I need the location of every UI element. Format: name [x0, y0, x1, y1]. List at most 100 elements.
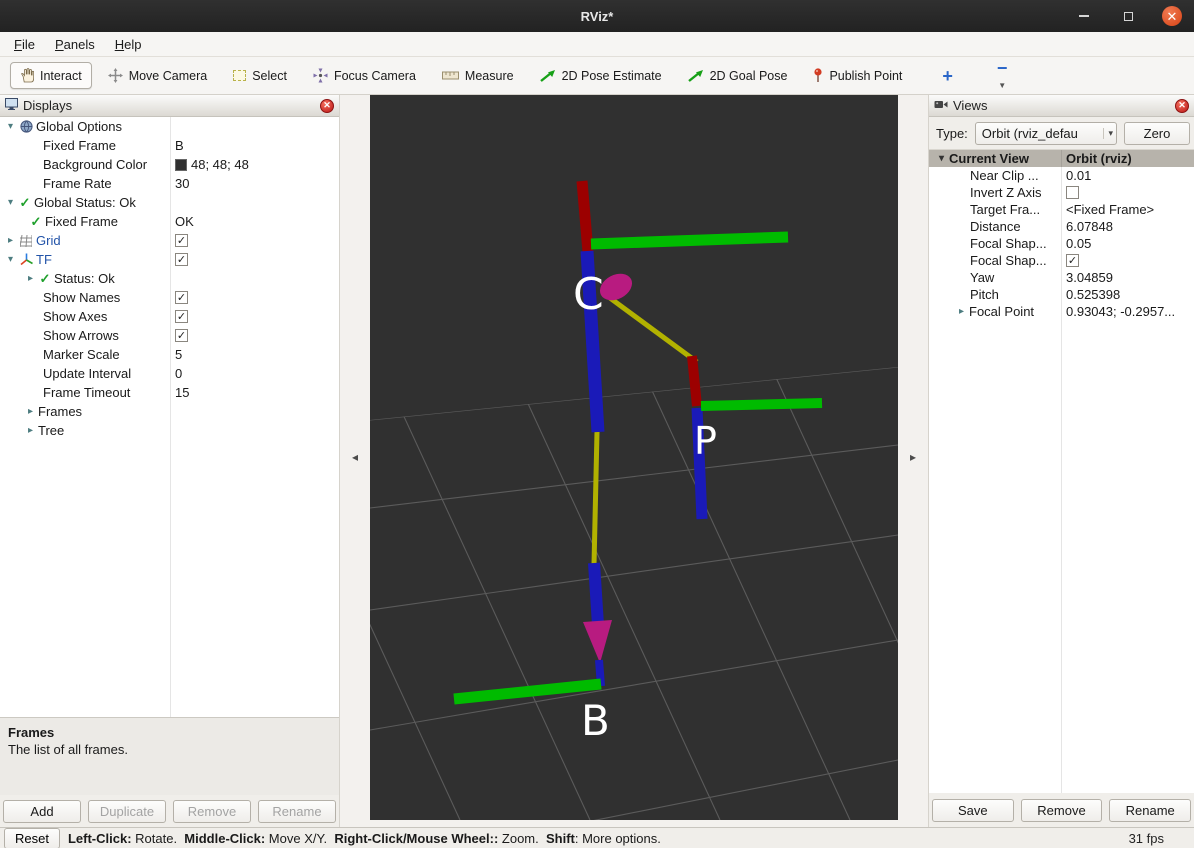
menu-help[interactable]: Help [105, 34, 152, 55]
row-grid[interactable]: ▸ Grid [0, 231, 339, 250]
row-pitch[interactable]: Pitch 0.525398 [929, 286, 1194, 303]
reset-button[interactable]: Reset [4, 828, 60, 848]
invert-z-checkbox[interactable] [1066, 186, 1079, 199]
selection-box-icon [233, 70, 246, 81]
row-focal-shape-size[interactable]: Focal Shap... 0.05 [929, 235, 1194, 252]
remove-tool-button[interactable]: − ▼ [987, 55, 1018, 96]
views-close-button[interactable]: ✕ [1175, 99, 1189, 113]
row-near-clip[interactable]: Near Clip ... 0.01 [929, 167, 1194, 184]
row-global-status[interactable]: ▾ ✓ Global Status: Ok [0, 193, 339, 212]
zero-button[interactable]: Zero [1124, 122, 1190, 145]
row-focal-point[interactable]: ▸ Focal Point 0.93043; -0.2957... [929, 303, 1194, 320]
row-invert-z-axis[interactable]: Invert Z Axis [929, 184, 1194, 201]
focal-shape-size-value[interactable]: 0.05 [1061, 235, 1194, 252]
expander-down-icon[interactable]: ▾ [935, 153, 948, 164]
grid-enabled-checkbox[interactable] [175, 234, 188, 247]
remove-button[interactable]: Remove [173, 800, 251, 823]
row-tree[interactable]: ▸ Tree [0, 421, 339, 440]
duplicate-button[interactable]: Duplicate [88, 800, 166, 823]
expander-down-icon[interactable]: ▾ [4, 121, 17, 132]
collapse-left-dock-button[interactable]: ◂ [340, 95, 370, 820]
add-button[interactable]: Add [3, 800, 81, 823]
tf-enabled-checkbox[interactable] [175, 253, 188, 266]
near-clip-value[interactable]: 0.01 [1061, 167, 1194, 184]
move-camera-tool-button[interactable]: Move Camera [98, 62, 218, 89]
3d-viewport[interactable]: C P B [370, 95, 898, 820]
row-focal-shape-fixed[interactable]: Focal Shap... [929, 252, 1194, 269]
pitch-value[interactable]: 0.525398 [1061, 286, 1194, 303]
expander-down-icon[interactable]: ▾ [4, 197, 17, 208]
displays-panel-header[interactable]: Displays ✕ [0, 95, 339, 117]
row-current-view[interactable]: ▾ Current View Orbit (rviz) [929, 150, 1194, 167]
expander-right-icon[interactable]: ▸ [24, 273, 37, 284]
focus-camera-tool-button[interactable]: Focus Camera [303, 62, 426, 89]
pose-estimate-tool-button[interactable]: 2D Pose Estimate [530, 63, 672, 89]
focal-shape-checkbox[interactable] [1066, 254, 1079, 267]
toolbar: Interact Move Camera Select Focus Camera… [0, 57, 1194, 95]
menu-panels[interactable]: Panels [45, 34, 105, 55]
row-frames[interactable]: ▸ Frames [0, 402, 339, 421]
row-fixed-frame[interactable]: Fixed Frame B [0, 136, 339, 155]
rename-view-button[interactable]: Rename [1109, 799, 1191, 822]
frame-timeout-value[interactable]: 15 [170, 383, 339, 402]
distance-value[interactable]: 6.07848 [1061, 218, 1194, 235]
displays-close-button[interactable]: ✕ [320, 99, 334, 113]
select-tool-button[interactable]: Select [223, 63, 297, 89]
save-view-button[interactable]: Save [932, 799, 1014, 822]
menu-bar: File Panels Help [0, 32, 1194, 57]
row-show-arrows[interactable]: Show Arrows [0, 326, 339, 345]
marker-scale-value[interactable]: 5 [170, 345, 339, 364]
title-bar[interactable]: RViz* ✕ [0, 0, 1194, 32]
row-frame-timeout[interactable]: Frame Timeout 15 [0, 383, 339, 402]
show-arrows-checkbox[interactable] [175, 329, 188, 342]
view-type-dropdown[interactable]: Orbit (rviz_defau ▾ [975, 122, 1117, 145]
row-global-options[interactable]: ▾ Global Options [0, 117, 339, 136]
collapse-right-dock-button[interactable]: ▸ [898, 95, 928, 820]
row-update-interval[interactable]: Update Interval 0 [0, 364, 339, 383]
chevron-down-icon[interactable]: ▼ [998, 81, 1006, 90]
expander-right-icon[interactable]: ▸ [24, 425, 37, 436]
row-target-frame[interactable]: Target Fra... <Fixed Frame> [929, 201, 1194, 218]
row-tf[interactable]: ▾ TF [0, 250, 339, 269]
minimize-button[interactable] [1074, 6, 1094, 26]
row-yaw[interactable]: Yaw 3.04859 [929, 269, 1194, 286]
target-frame-value[interactable]: <Fixed Frame> [1061, 201, 1194, 218]
expander-right-icon[interactable]: ▸ [24, 406, 37, 417]
menu-file[interactable]: File [4, 34, 45, 55]
row-distance[interactable]: Distance 6.07848 [929, 218, 1194, 235]
fixed-frame-value[interactable]: B [170, 136, 339, 155]
focal-point-value[interactable]: 0.93043; -0.2957... [1061, 303, 1194, 320]
center-area: ◂ [340, 95, 928, 827]
measure-tool-button[interactable]: Measure [432, 63, 524, 89]
goal-pose-tool-button[interactable]: 2D Goal Pose [678, 63, 798, 89]
row-global-status-fixed-frame[interactable]: ✓ Fixed Frame OK [0, 212, 339, 231]
expander-right-icon[interactable]: ▸ [4, 235, 17, 246]
row-frame-rate[interactable]: Frame Rate 30 [0, 174, 339, 193]
update-interval-value[interactable]: 0 [170, 364, 339, 383]
yaw-value[interactable]: 3.04859 [1061, 269, 1194, 286]
expander-right-icon[interactable]: ▸ [955, 306, 968, 317]
expander-down-icon[interactable]: ▾ [4, 254, 17, 265]
row-show-names[interactable]: Show Names [0, 288, 339, 307]
interact-tool-button[interactable]: Interact [10, 62, 92, 89]
view-type-row: Type: Orbit (rviz_defau ▾ Zero [929, 117, 1194, 150]
ruler-icon [442, 71, 459, 80]
add-tool-button[interactable]: + [932, 63, 963, 89]
background-color-value[interactable]: 48; 48; 48 [170, 155, 339, 174]
frame-c-x-axis [582, 181, 588, 252]
publish-point-tool-button[interactable]: Publish Point [803, 62, 912, 89]
rename-button[interactable]: Rename [258, 800, 336, 823]
show-axes-checkbox[interactable] [175, 310, 188, 323]
row-marker-scale[interactable]: Marker Scale 5 [0, 345, 339, 364]
row-background-color[interactable]: Background Color 48; 48; 48 [0, 155, 339, 174]
row-show-axes[interactable]: Show Axes [0, 307, 339, 326]
frame-rate-value[interactable]: 30 [170, 174, 339, 193]
close-button[interactable]: ✕ [1162, 6, 1182, 26]
views-panel-header[interactable]: Views ✕ [929, 95, 1194, 117]
3d-scene[interactable]: C P B [370, 95, 898, 820]
row-tf-status[interactable]: ▸ ✓ Status: Ok [0, 269, 339, 288]
show-names-checkbox[interactable] [175, 291, 188, 304]
check-icon: ✓ [28, 214, 44, 230]
remove-view-button[interactable]: Remove [1021, 799, 1103, 822]
maximize-button[interactable] [1118, 6, 1138, 26]
